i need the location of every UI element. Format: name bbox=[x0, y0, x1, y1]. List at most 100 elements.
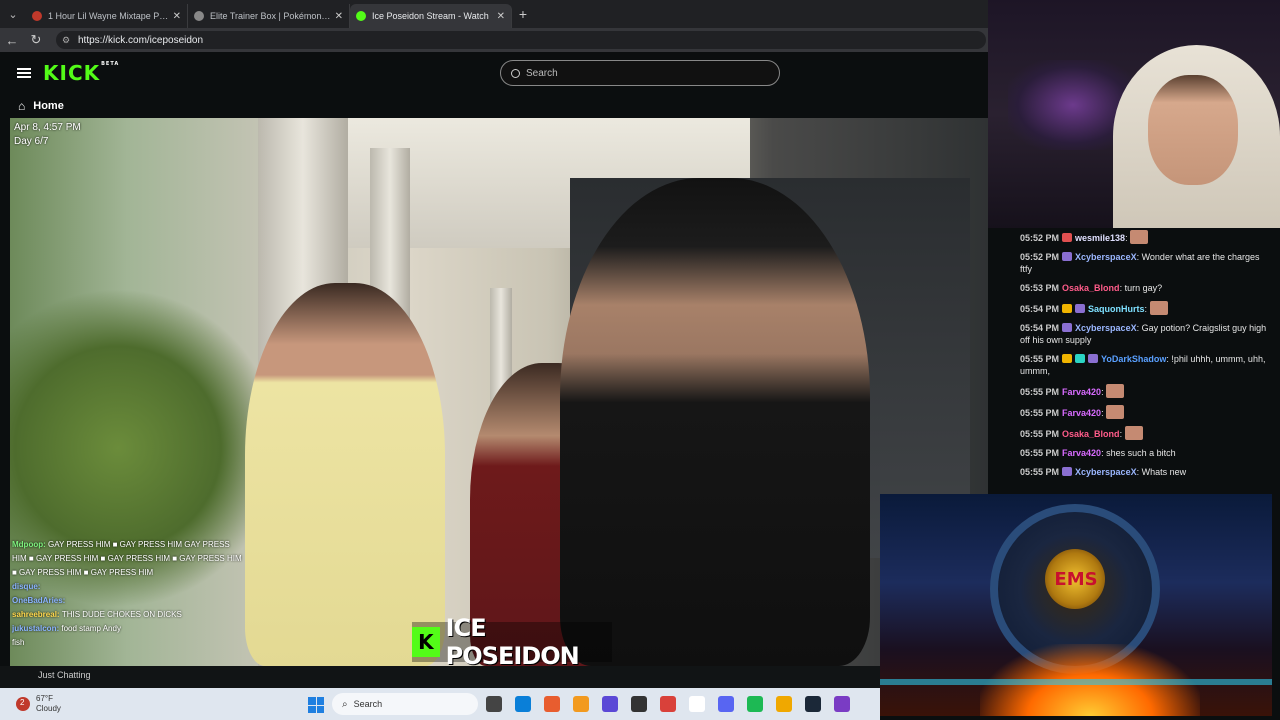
tab-close-icon[interactable]: ✕ bbox=[497, 11, 505, 22]
video-person bbox=[560, 178, 870, 666]
chat-username[interactable]: Farva420 bbox=[1062, 408, 1101, 418]
tab-favicon-icon bbox=[356, 11, 366, 21]
chat-message[interactable]: 05:55 PM YoDarkShadow: !phil uhhh, ummm, … bbox=[1020, 353, 1272, 377]
overlay-chat-line: fish bbox=[12, 636, 242, 650]
beta-label: BETA bbox=[101, 61, 120, 67]
overlay-chat-line: Mdpoop: GAY PRESS HIM ■ GAY PRESS HIM GA… bbox=[12, 538, 242, 580]
chat-message[interactable]: 05:52 PM XcyberspaceX: Wonder what are th… bbox=[1020, 251, 1272, 275]
taskbar-app-icon[interactable] bbox=[544, 696, 560, 712]
badge-icon bbox=[1062, 304, 1073, 313]
kick-logo[interactable]: KICKBETA bbox=[43, 61, 119, 85]
taskbar-app-icon[interactable] bbox=[718, 696, 734, 712]
overlay-chat-line: jukustalcon: food stamp Andy bbox=[12, 622, 242, 636]
chat-timestamp: 05:55 PM bbox=[1020, 467, 1060, 477]
stream-day: Day 6/7 bbox=[14, 136, 49, 147]
taskbar-app-icon[interactable] bbox=[631, 696, 647, 712]
new-tab-button[interactable]: + bbox=[512, 6, 534, 22]
taskbar-app-icon[interactable] bbox=[776, 696, 792, 712]
address-bar: ← ↻ ⚙ https://kick.com/iceposeidon bbox=[0, 28, 990, 52]
browser-tab[interactable]: 1 Hour Lil Wayne Mixtape Prime ✕ bbox=[26, 4, 188, 28]
chat-message[interactable]: 05:55 PM Farva420: shes such a bitch bbox=[1020, 447, 1272, 459]
windows-taskbar: 2 67°F Cloudy ⌕ Search bbox=[0, 688, 880, 720]
chat-timestamp: 05:55 PM bbox=[1020, 448, 1060, 458]
category-label[interactable]: Just Chatting bbox=[0, 666, 880, 688]
chat-text: Whats new bbox=[1141, 467, 1187, 477]
badge-icon bbox=[1088, 354, 1099, 363]
streamer-name: ICE POSEIDON bbox=[445, 614, 580, 666]
chat-text: turn gay? bbox=[1124, 283, 1163, 293]
chat-username[interactable]: YoDarkShadow bbox=[1101, 354, 1166, 364]
chat-message[interactable]: 05:53 PM Osaka_Blond: turn gay? bbox=[1020, 282, 1272, 294]
emote-icon bbox=[1130, 230, 1149, 244]
emote-icon bbox=[1124, 426, 1143, 440]
site-info-icon[interactable]: ⚙ bbox=[62, 35, 72, 45]
taskbar-app-icon[interactable] bbox=[573, 696, 589, 712]
chat-username[interactable]: Farva420 bbox=[1062, 448, 1101, 458]
chat-username[interactable]: XcyberspaceX bbox=[1075, 323, 1137, 333]
chat-timestamp: 05:52 PM bbox=[1020, 252, 1060, 262]
taskbar-app-icon[interactable] bbox=[805, 696, 821, 712]
tab-search-icon[interactable]: ⌄ bbox=[0, 0, 26, 28]
chat-username[interactable]: Osaka_Blond bbox=[1062, 429, 1120, 439]
reload-button[interactable]: ↻ bbox=[24, 32, 48, 48]
search-icon bbox=[511, 68, 520, 78]
badge-icon bbox=[1062, 354, 1073, 363]
browser-tab[interactable]: Elite Trainer Box | Pokémon Center ✕ bbox=[188, 4, 350, 28]
chat-message[interactable]: 05:54 PM XcyberspaceX: Gay potion? Craigs… bbox=[1020, 322, 1272, 346]
badge-icon bbox=[1062, 323, 1073, 332]
chat-username[interactable]: Farva420 bbox=[1062, 387, 1101, 397]
chat-timestamp: 05:54 PM bbox=[1020, 323, 1060, 333]
stream-timestamp: Apr 8, 4:57 PM Day 6/7 bbox=[14, 121, 81, 149]
overlay-chat: Mdpoop: GAY PRESS HIM ■ GAY PRESS HIM GA… bbox=[12, 538, 242, 650]
url-field[interactable]: ⚙ https://kick.com/iceposeidon bbox=[56, 31, 986, 49]
chat-message[interactable]: 05:52 PM wesmile138: bbox=[1020, 230, 1272, 244]
back-button[interactable]: ← bbox=[0, 33, 24, 48]
taskbar-search[interactable]: ⌕ Search bbox=[332, 693, 478, 715]
kick-k-logo: K bbox=[412, 627, 440, 657]
menu-icon[interactable] bbox=[17, 68, 31, 78]
tab-close-icon[interactable]: ✕ bbox=[173, 11, 181, 22]
chat-username[interactable]: SaquonHurts bbox=[1088, 304, 1145, 314]
notification-count: 2 bbox=[20, 698, 25, 707]
overlay-chat-user: OneBadAries: bbox=[12, 596, 66, 605]
chat-message[interactable]: 05:54 PM SaquonHurts: bbox=[1020, 301, 1272, 315]
chat-username[interactable]: XcyberspaceX bbox=[1075, 252, 1137, 262]
chat-timestamp: 05:55 PM bbox=[1020, 354, 1060, 364]
overlay-chat-user: sahreebreal: bbox=[12, 610, 62, 619]
video-person bbox=[245, 283, 445, 666]
search-input[interactable]: Search bbox=[500, 60, 780, 86]
taskbar-app-icon[interactable] bbox=[834, 696, 850, 712]
tab-close-icon[interactable]: ✕ bbox=[335, 11, 343, 22]
chat-username[interactable]: wesmile138 bbox=[1075, 233, 1125, 243]
taskbar-app-icon[interactable] bbox=[689, 696, 705, 712]
video-player[interactable]: Apr 8, 4:57 PM Day 6/7 Mdpoop: GAY PRESS… bbox=[10, 118, 988, 666]
chat-timestamp: 05:54 PM bbox=[1020, 304, 1060, 314]
taskbar-app-icon[interactable] bbox=[660, 696, 676, 712]
weather-condition: Cloudy bbox=[36, 704, 61, 713]
chat-timestamp: 05:55 PM bbox=[1020, 387, 1060, 397]
tab-strip: 1 Hour Lil Wayne Mixtape Prime ✕ Elite Tra… bbox=[26, 0, 512, 28]
chat-message[interactable]: 05:55 PM Farva420: bbox=[1020, 384, 1272, 398]
chat-message[interactable]: 05:55 PM XcyberspaceX: Whats new bbox=[1020, 466, 1272, 478]
taskbar-app-icon[interactable] bbox=[602, 696, 618, 712]
start-button[interactable] bbox=[308, 697, 324, 713]
weather-widget[interactable]: 2 67°F Cloudy bbox=[16, 694, 61, 714]
chat-message[interactable]: 05:55 PM Osaka_Blond: bbox=[1020, 426, 1272, 440]
badge-icon bbox=[1062, 467, 1073, 476]
badge-icon bbox=[1062, 252, 1073, 261]
chat-message[interactable]: 05:55 PM Farva420: bbox=[1020, 405, 1272, 419]
sidebar-item-home[interactable]: ⌂ Home bbox=[0, 94, 990, 118]
webcam-face bbox=[1148, 75, 1238, 185]
taskbar-app-icon[interactable] bbox=[515, 696, 531, 712]
chat-panel: 05:52 PM wesmile138: 05:52 PM XcyberspaceX… bbox=[1008, 228, 1280, 498]
browser-tab[interactable]: Ice Poseidon Stream - Watch ✕ bbox=[350, 4, 512, 28]
tab-title: Elite Trainer Box | Pokémon Center bbox=[210, 11, 331, 21]
chat-username[interactable]: Osaka_Blond bbox=[1062, 283, 1120, 293]
streamer-nameplate: K ICE POSEIDON bbox=[412, 614, 612, 666]
taskbar-app-icon[interactable] bbox=[747, 696, 763, 712]
chat-username[interactable]: XcyberspaceX bbox=[1075, 467, 1137, 477]
chat-timestamp: 05:52 PM bbox=[1020, 233, 1060, 243]
emote-icon bbox=[1149, 301, 1168, 315]
overlay-chat-text: fish bbox=[12, 638, 25, 647]
taskbar-app-icon[interactable] bbox=[486, 696, 502, 712]
